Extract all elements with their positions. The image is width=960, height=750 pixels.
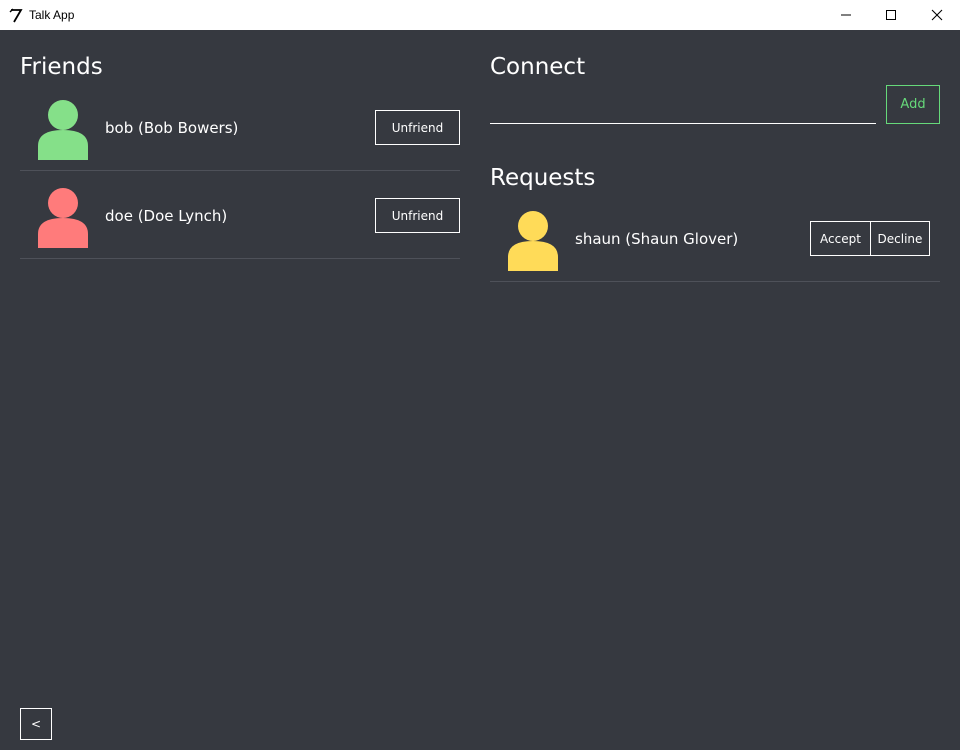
friend-row: bob (Bob Bowers) Unfriend [20,86,460,171]
friends-heading: Friends [20,54,103,80]
requests-heading: Requests [490,165,596,191]
add-button[interactable]: Add [886,85,940,124]
friend-name: bob (Bob Bowers) [105,119,239,137]
close-icon [931,9,943,21]
back-button[interactable]: < [20,708,52,740]
window-title: Talk App [29,8,75,22]
title-bar: Talk App [0,0,960,30]
friend-row: doe (Doe Lynch) Unfriend [20,174,460,259]
connect-username-input[interactable] [490,92,876,124]
avatar-icon [508,211,558,271]
minimize-icon [841,14,851,16]
avatar-icon [38,100,88,160]
request-row: shaun (Shaun Glover) Accept Decline [490,197,940,282]
maximize-icon [886,10,896,20]
close-button[interactable] [914,0,960,30]
unfriend-button[interactable]: Unfriend [375,110,460,145]
friend-name: doe (Doe Lynch) [105,207,228,225]
request-name: shaun (Shaun Glover) [575,230,739,248]
unfriend-button[interactable]: Unfriend [375,198,460,233]
connect-heading: Connect [490,54,586,80]
app-logo-icon [9,8,23,23]
accept-button[interactable]: Accept [810,221,871,256]
minimize-button[interactable] [823,0,869,30]
avatar-icon [38,188,88,248]
decline-button[interactable]: Decline [870,221,930,256]
maximize-button[interactable] [868,0,914,30]
